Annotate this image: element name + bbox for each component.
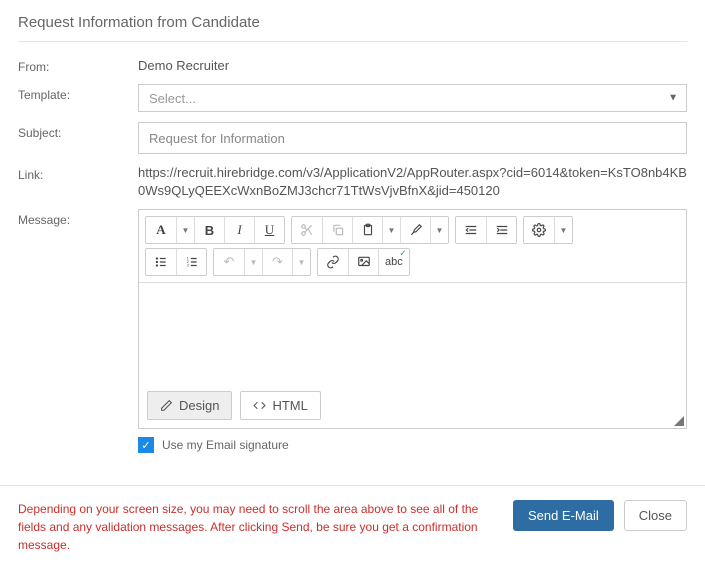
design-mode-label: Design <box>179 398 219 413</box>
template-label: Template: <box>18 84 138 102</box>
outdent-button[interactable] <box>456 217 486 243</box>
modal-title: Request Information from Candidate <box>18 14 687 31</box>
copy-button[interactable] <box>322 217 352 243</box>
format-painter-dropdown[interactable]: ▼ <box>430 217 448 243</box>
gear-icon <box>532 223 546 237</box>
number-list-icon: 123 <box>185 255 199 269</box>
redo-button[interactable]: ↷ <box>262 249 292 275</box>
warning-text: Depending on your screen size, you may n… <box>18 500 503 554</box>
format-painter-button[interactable] <box>400 217 430 243</box>
html-mode-label: HTML <box>272 398 307 413</box>
chevron-down-icon: ▼ <box>668 93 678 104</box>
bullet-list-button[interactable] <box>146 249 176 275</box>
message-label: Message: <box>18 209 138 227</box>
bullet-list-icon <box>154 255 168 269</box>
from-value: Demo Recruiter <box>138 56 687 73</box>
image-icon <box>357 255 371 269</box>
undo-dropdown[interactable]: ▼ <box>244 249 262 275</box>
resize-handle[interactable] <box>674 416 684 426</box>
hyperlink-button[interactable] <box>318 249 348 275</box>
settings-dropdown[interactable]: ▼ <box>554 217 572 243</box>
close-button[interactable]: Close <box>624 500 687 531</box>
html-mode-button[interactable]: HTML <box>240 391 320 420</box>
indent-button[interactable] <box>486 217 516 243</box>
paste-button[interactable] <box>352 217 382 243</box>
checkmark-icon: ✓ <box>399 248 407 259</box>
outdent-icon <box>464 223 478 237</box>
editor-toolbar: A ▼ B I U <box>139 210 686 283</box>
send-email-button[interactable]: Send E-Mail <box>513 500 614 531</box>
code-icon <box>253 399 266 412</box>
bold-button[interactable]: B <box>194 217 224 243</box>
svg-text:3: 3 <box>186 264 188 268</box>
rich-text-editor: A ▼ B I U <box>138 209 687 429</box>
font-family-button[interactable]: A <box>146 217 176 243</box>
divider <box>18 41 687 42</box>
link-icon <box>326 255 340 269</box>
scissors-icon <box>300 223 314 237</box>
design-mode-button[interactable]: Design <box>147 391 232 420</box>
spellcheck-button[interactable]: abc ✓ <box>378 249 409 275</box>
copy-icon <box>331 223 345 237</box>
paint-brush-icon <box>409 223 423 237</box>
undo-button[interactable]: ↶ <box>214 249 244 275</box>
template-select[interactable]: Select... ▼ <box>138 84 687 112</box>
signature-label: Use my Email signature <box>162 438 289 452</box>
subject-label: Subject: <box>18 122 138 140</box>
pencil-icon <box>160 399 173 412</box>
cut-button[interactable] <box>292 217 322 243</box>
insert-image-button[interactable] <box>348 249 378 275</box>
redo-dropdown[interactable]: ▼ <box>292 249 310 275</box>
underline-button[interactable]: U <box>254 217 284 243</box>
indent-icon <box>495 223 509 237</box>
link-label: Link: <box>18 164 138 182</box>
font-family-dropdown[interactable]: ▼ <box>176 217 194 243</box>
signature-checkbox[interactable]: ✓ <box>138 437 154 453</box>
clipboard-icon <box>361 223 375 237</box>
from-label: From: <box>18 56 138 74</box>
template-placeholder: Select... <box>149 91 196 106</box>
italic-button[interactable]: I <box>224 217 254 243</box>
settings-button[interactable] <box>524 217 554 243</box>
subject-input[interactable] <box>138 122 687 154</box>
paste-dropdown[interactable]: ▼ <box>382 217 400 243</box>
link-value: https://recruit.hirebridge.com/v3/Applic… <box>138 164 687 199</box>
editor-body[interactable] <box>139 283 686 383</box>
number-list-button[interactable]: 123 <box>176 249 206 275</box>
